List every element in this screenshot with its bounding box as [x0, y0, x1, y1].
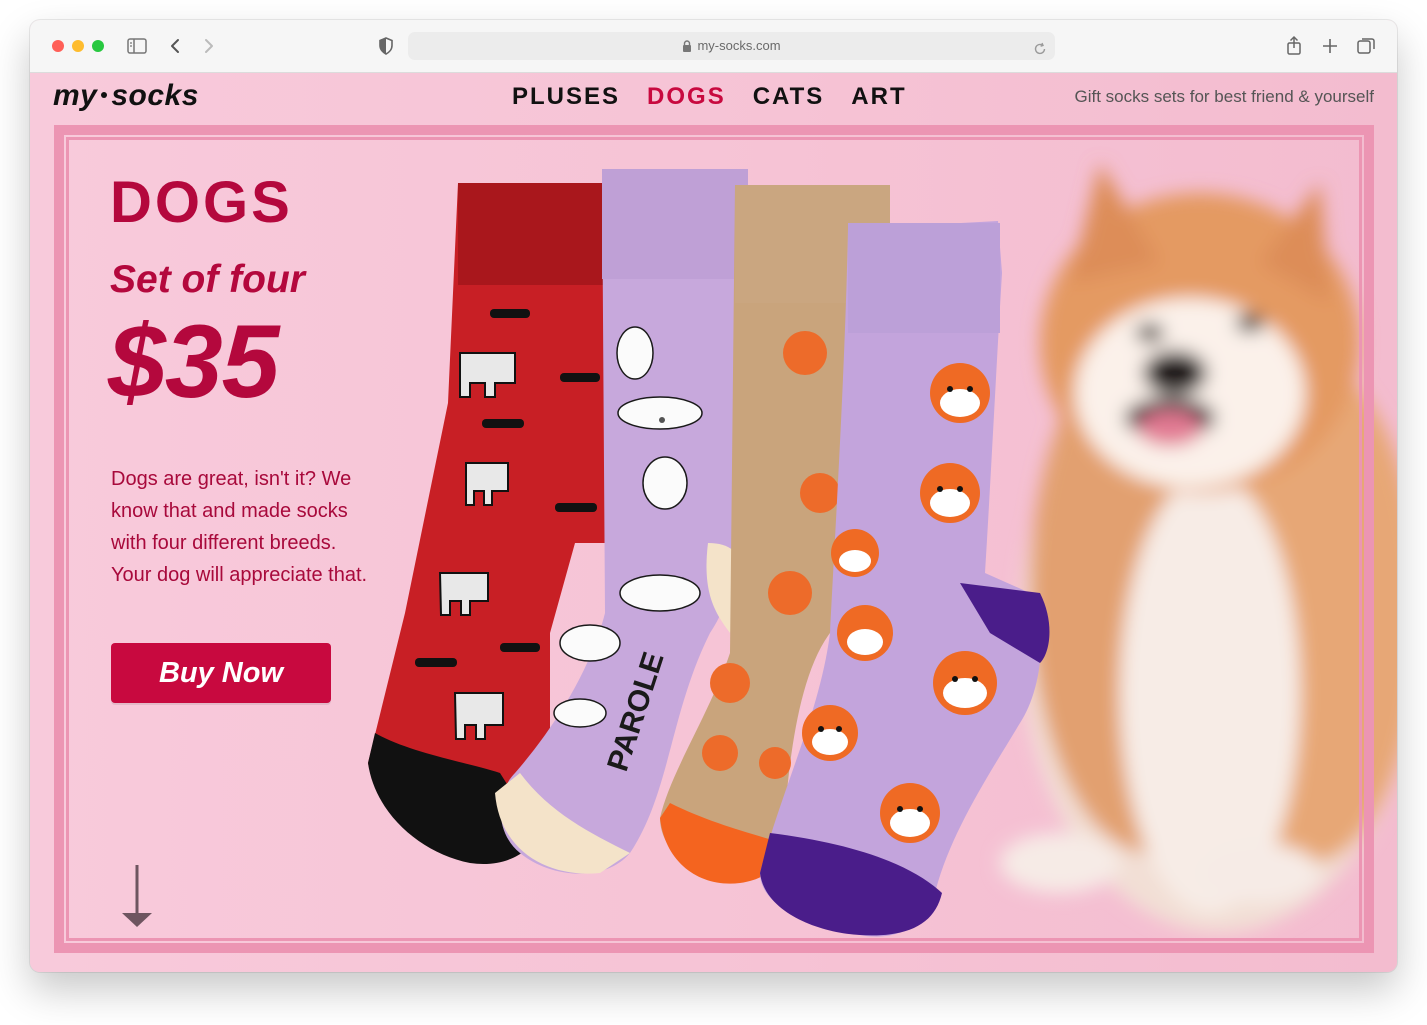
back-icon[interactable]: [164, 34, 188, 58]
sidebar-icon[interactable]: [125, 34, 149, 58]
logo-text-socks: socks: [111, 79, 199, 112]
logo-dot-icon: [101, 92, 108, 98]
logo-text-my: my: [53, 79, 98, 112]
minimize-window-button[interactable]: [72, 40, 84, 52]
close-window-button[interactable]: [52, 40, 64, 52]
buy-now-button[interactable]: Buy Now: [111, 643, 331, 703]
main-nav: PLUSES DOGS CATS ART: [512, 83, 907, 111]
nav-item-dogs[interactable]: DOGS: [647, 83, 726, 111]
address-bar[interactable]: my-socks.com: [408, 32, 1055, 60]
hero-title: DOGS: [110, 170, 293, 235]
nav-item-pluses[interactable]: PLUSES: [512, 83, 620, 111]
share-icon[interactable]: [1282, 34, 1306, 58]
url-text: my-socks.com: [697, 38, 781, 53]
scroll-down-arrow-icon[interactable]: [120, 863, 154, 929]
browser-toolbar: my-socks.com: [30, 20, 1397, 73]
nav-item-art[interactable]: ART: [851, 83, 906, 111]
landing-page: PAROLE my socks PLUSES DOGS CATS ART Gif…: [30, 73, 1397, 972]
forward-icon[interactable]: [196, 34, 220, 58]
nav-item-cats[interactable]: CATS: [753, 83, 825, 111]
hero-description: Dogs are great, isn't it? We know that a…: [111, 468, 368, 586]
lock-icon: [682, 34, 692, 62]
new-tab-icon[interactable]: [1318, 34, 1342, 58]
site-logo[interactable]: my socks: [53, 79, 199, 113]
browser-window: my-socks.com PAROLE my socks PLUSES DOGS…: [30, 20, 1397, 972]
site-tagline: Gift socks sets for best friend & yourse…: [1074, 87, 1374, 106]
tabs-icon[interactable]: [1354, 34, 1378, 58]
hero-subtitle: Set of four: [110, 258, 305, 301]
shield-icon[interactable]: [374, 34, 398, 58]
zoom-window-button[interactable]: [92, 40, 104, 52]
hero-price: $35: [108, 304, 280, 420]
reload-icon[interactable]: [1033, 38, 1047, 66]
